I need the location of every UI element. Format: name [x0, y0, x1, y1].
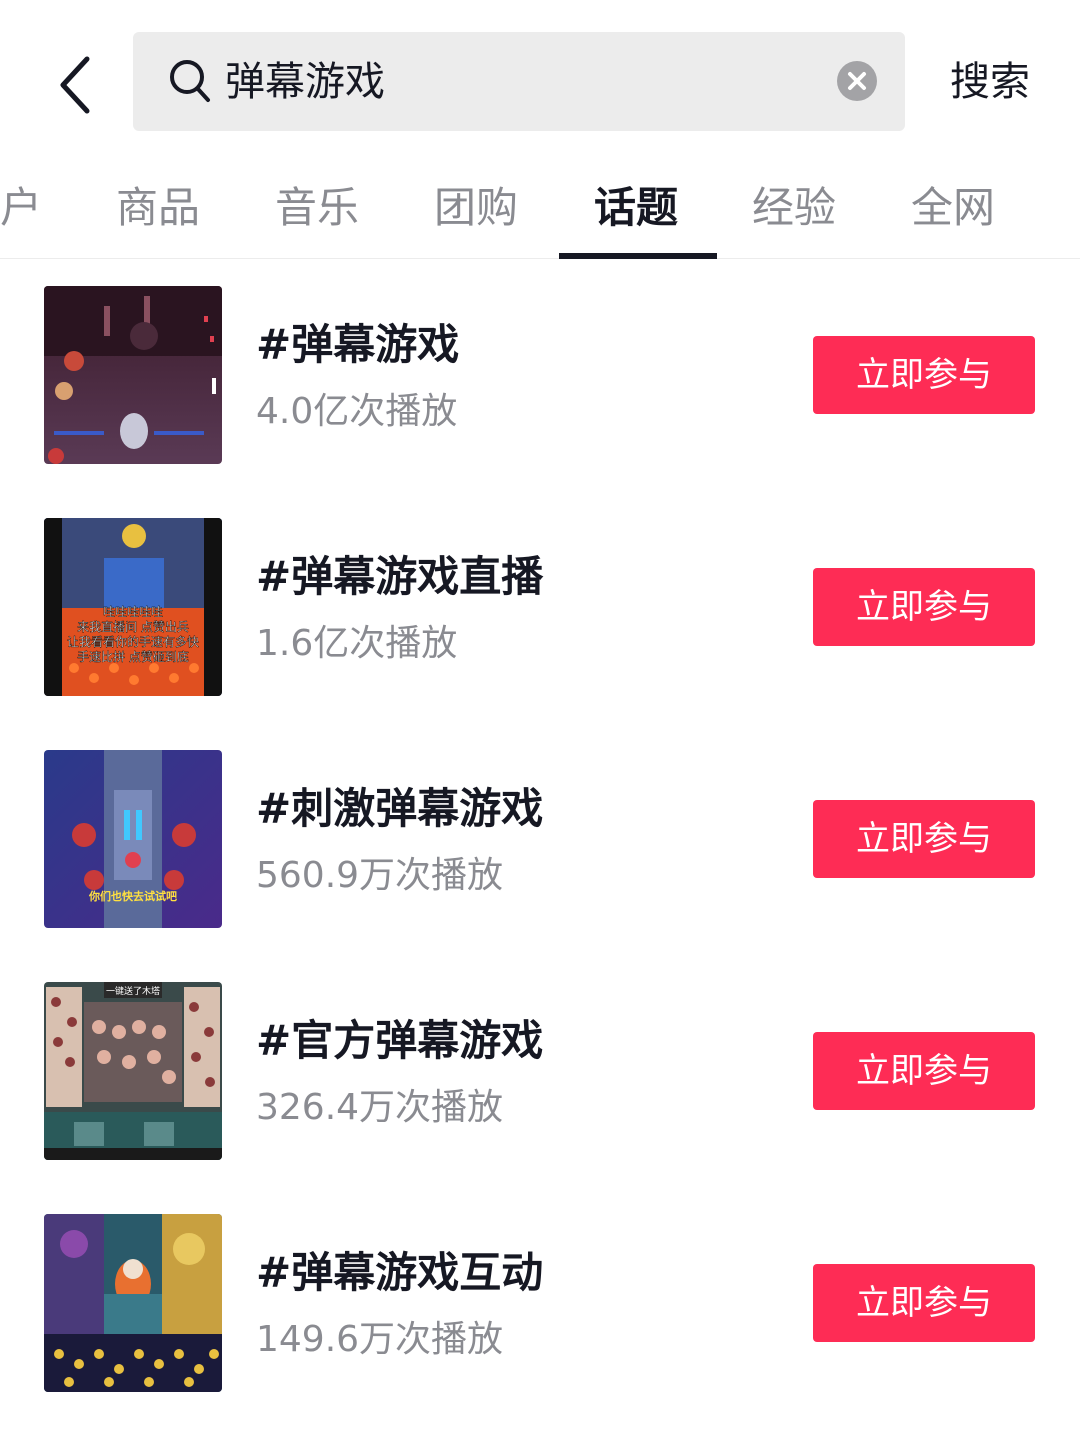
tab-topics[interactable]: 话题	[594, 178, 678, 238]
topic-title[interactable]: #弹幕游戏	[256, 314, 459, 376]
search-icon	[170, 60, 210, 102]
thumbnail-caption: 手速比拼 点赞砸到底	[77, 649, 189, 664]
tab-user[interactable]: 户	[0, 178, 42, 238]
join-topic-button[interactable]: 立即参与	[813, 336, 1035, 414]
search-query-text[interactable]: 弹幕游戏	[225, 52, 385, 112]
join-topic-button[interactable]: 立即参与	[813, 568, 1035, 646]
thumbnail-caption: 来我直播间 点赞出兵	[77, 620, 189, 634]
join-topic-button[interactable]: 立即参与	[813, 1032, 1035, 1110]
tab-products[interactable]: 商品	[116, 178, 200, 238]
topic-title[interactable]: #弹幕游戏互动	[256, 1242, 543, 1304]
clear-circle-icon	[848, 72, 866, 90]
join-topic-button[interactable]: 立即参与	[813, 1264, 1035, 1342]
topic-play-count: 1.6亿次播放	[256, 623, 458, 664]
search-tabs: 户 商品 音乐 团购 话题 经验 全网	[0, 160, 1080, 259]
topic-row[interactable]: 你们也快去试试吧 #刺激弹幕游戏 560.9万次播放 立即参与	[0, 723, 1080, 955]
topic-row[interactable]: #弹幕游戏 4.0亿次播放 立即参与	[0, 259, 1080, 491]
thumbnail-caption: 哇哇哇哇哇	[103, 605, 163, 619]
topic-play-count: 4.0亿次播放	[256, 391, 458, 432]
topic-title[interactable]: #官方弹幕游戏	[256, 1010, 543, 1072]
topic-thumbnail[interactable]: 你们也快去试试吧	[44, 750, 222, 928]
topic-thumbnail[interactable]	[44, 286, 222, 464]
thumbnail-caption: 让我看看你的手速有多快	[67, 634, 199, 649]
topic-play-count: 326.4万次播放	[256, 1087, 504, 1128]
join-topic-button[interactable]: 立即参与	[813, 800, 1035, 878]
back-button[interactable]	[40, 40, 110, 130]
thumbnail-caption: 你们也快去试试吧	[88, 889, 177, 903]
thumbnail-caption: 一键送了木塔	[106, 985, 160, 997]
search-button[interactable]: 搜索	[930, 50, 1050, 114]
topic-row[interactable]: 哇哇哇哇哇 来我直播间 点赞出兵 让我看看你的手速有多快 手速比拼 点赞砸到底 …	[0, 491, 1080, 723]
tab-all-web[interactable]: 全网	[911, 178, 995, 238]
tab-experience[interactable]: 经验	[752, 178, 836, 238]
topic-play-count: 560.9万次播放	[256, 855, 504, 896]
topic-row[interactable]: 一键送了木塔 #官方弹幕游戏 326.4万次播放 立即参与	[0, 955, 1080, 1187]
tab-music[interactable]: 音乐	[275, 178, 359, 238]
topic-play-count: 149.6万次播放	[256, 1319, 504, 1360]
tab-group-buy[interactable]: 团购	[434, 178, 518, 238]
clear-search-button[interactable]	[837, 61, 877, 101]
search-header: 弹幕游戏 搜索	[0, 0, 1080, 160]
chevron-left-icon	[60, 56, 90, 114]
topic-thumbnail[interactable]	[44, 1214, 222, 1392]
topic-thumbnail[interactable]: 哇哇哇哇哇 来我直播间 点赞出兵 让我看看你的手速有多快 手速比拼 点赞砸到底	[44, 518, 222, 696]
topic-thumbnail[interactable]: 一键送了木塔	[44, 982, 222, 1160]
topic-title[interactable]: #刺激弹幕游戏	[256, 778, 543, 840]
topic-row[interactable]: #弹幕游戏互动 149.6万次播放 立即参与	[0, 1187, 1080, 1419]
topic-title[interactable]: #弹幕游戏直播	[256, 546, 543, 608]
